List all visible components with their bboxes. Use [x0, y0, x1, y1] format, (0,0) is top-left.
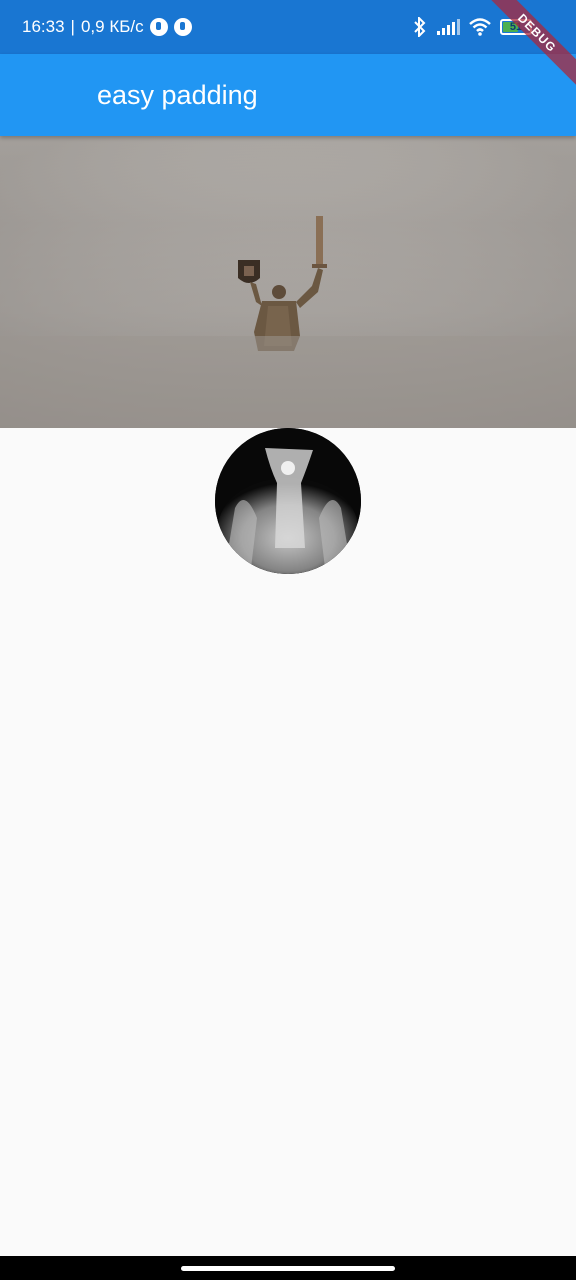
- notification-icon: [149, 18, 168, 36]
- battery-level: 51: [509, 21, 523, 33]
- hero-image: [0, 136, 576, 428]
- notification-icon: [173, 18, 192, 36]
- bluetooth-icon: [414, 17, 426, 37]
- status-network-speed: 0,9 КБ/с: [80, 17, 144, 36]
- status-separator: |: [70, 17, 75, 36]
- navigation-bar: [0, 1256, 576, 1280]
- wifi-icon: [469, 18, 491, 36]
- home-indicator[interactable]: [181, 1266, 395, 1271]
- app-bar-title: easy padding: [97, 79, 258, 110]
- status-right: 51: [412, 17, 554, 37]
- status-bar: 16:33 | 0,9 КБ/с 51: [0, 0, 576, 54]
- status-time: 16:33: [22, 17, 65, 36]
- avatar: [215, 428, 361, 574]
- signal-icon: [437, 19, 460, 35]
- dancer-avatar-image: [215, 428, 361, 574]
- status-left: 16:33 | 0,9 КБ/с: [22, 17, 192, 37]
- app-bar: easy padding: [0, 54, 576, 136]
- statue-in-fog-image: [0, 136, 576, 428]
- battery-icon: 51: [500, 19, 532, 35]
